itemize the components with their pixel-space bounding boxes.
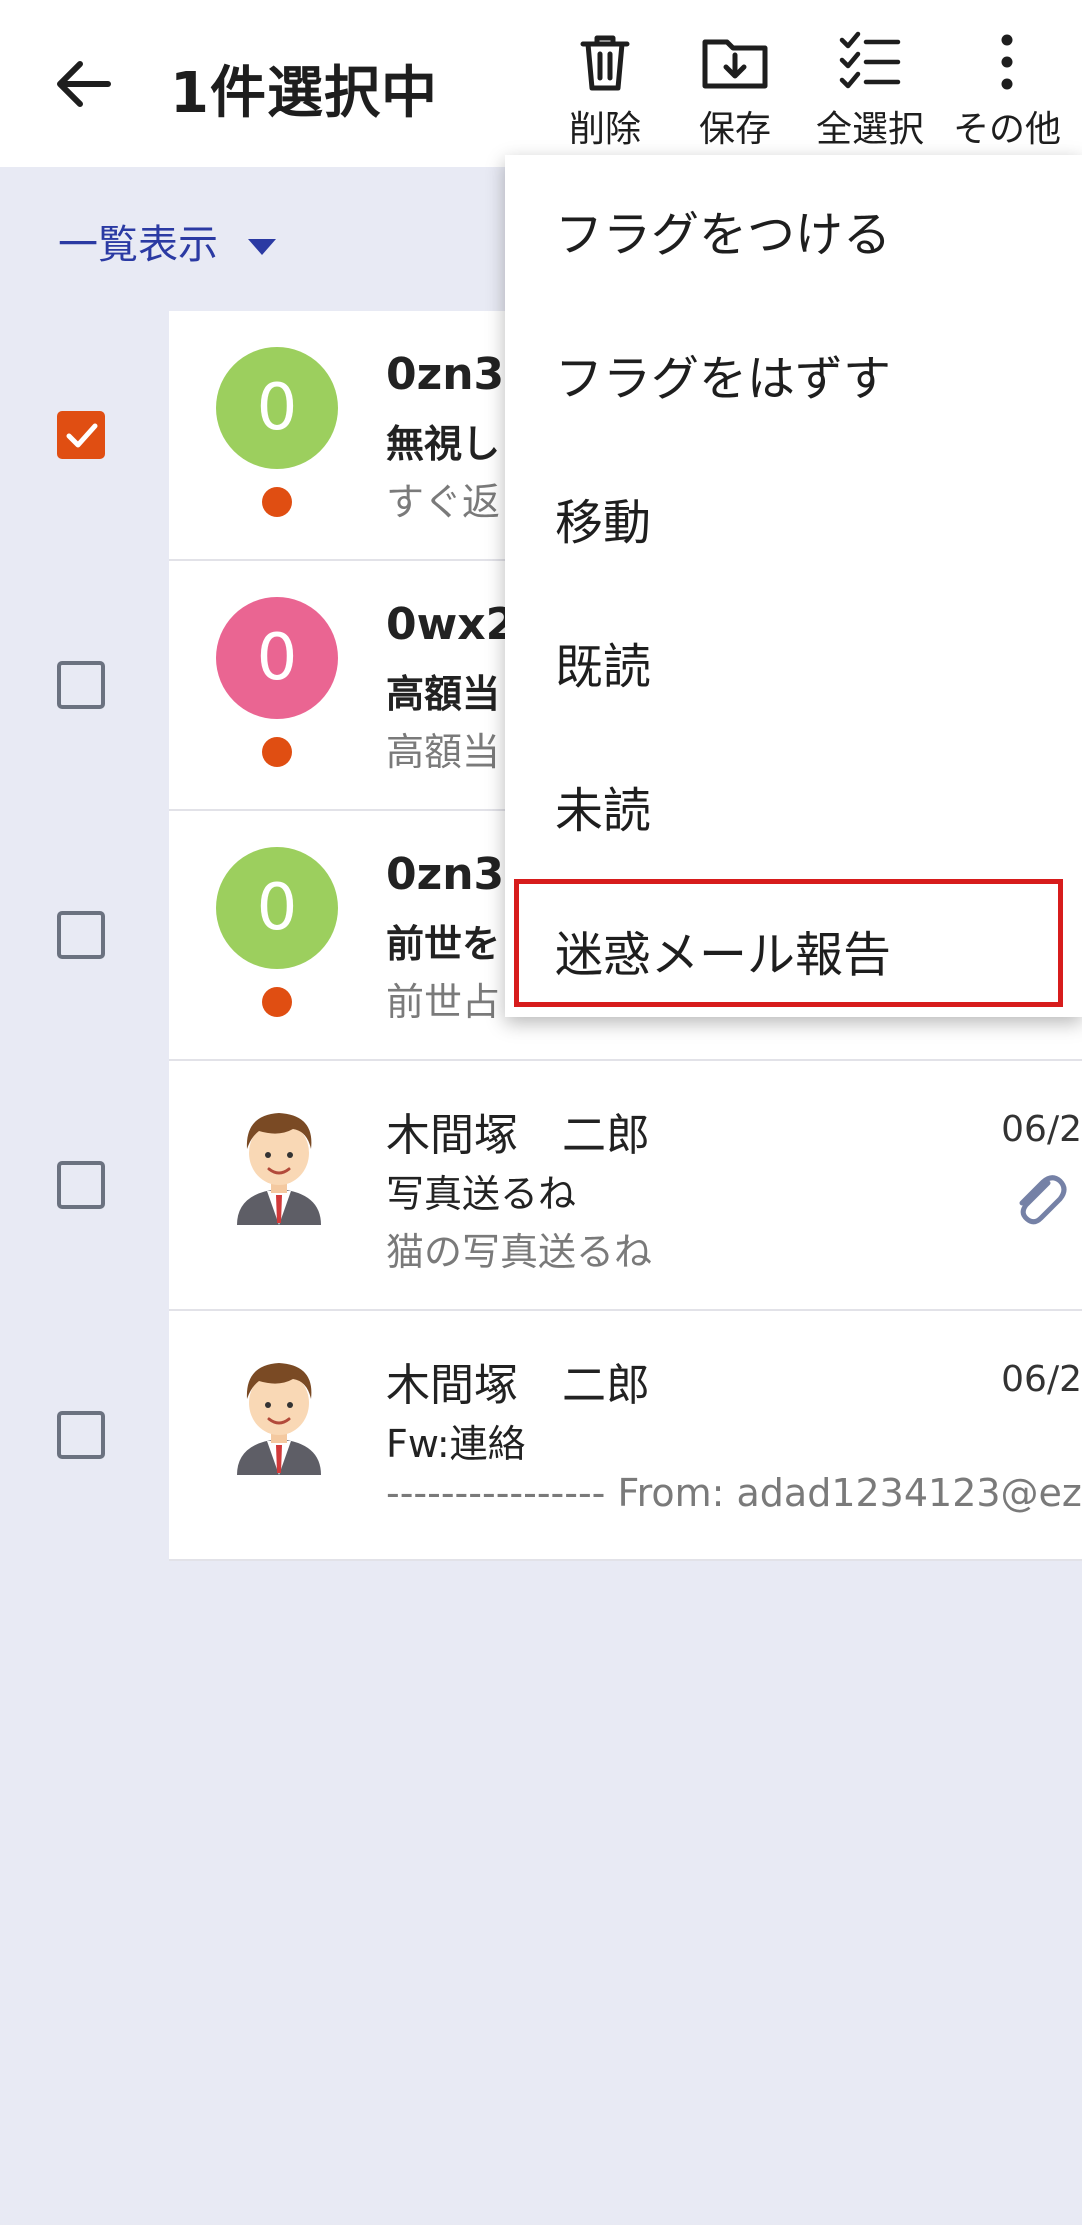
- message-row[interactable]: 木間塚 二郎 写真送るね 猫の写真送るね 06/2: [57, 1061, 1082, 1311]
- unread-dot: [262, 487, 292, 517]
- menu-item-unflag[interactable]: フラグをはずす: [555, 339, 891, 409]
- folder-download-icon: [702, 39, 768, 89]
- page-title: 1件選択中: [170, 61, 438, 126]
- subject: 無視し: [386, 422, 501, 466]
- sender-name: 木間塚 二郎: [386, 1110, 650, 1161]
- checklist-icon: [839, 31, 901, 89]
- subject: 写真送るね: [386, 1172, 577, 1216]
- view-mode-label: 一覧表示: [58, 222, 218, 268]
- preview-text: 猫の写真送るね: [386, 1230, 653, 1274]
- menu-item-flag[interactable]: フラグをつける: [555, 195, 891, 265]
- unread-dot: [262, 987, 292, 1017]
- row-checkbox[interactable]: [57, 411, 105, 459]
- preview-text: 高額当: [386, 730, 501, 774]
- message-row[interactable]: 木間塚 二郎 Fw:連絡 ---------------- From: adad…: [57, 1311, 1082, 1561]
- menu-item-mark-unread[interactable]: 未読: [555, 771, 651, 841]
- back-button[interactable]: [52, 52, 116, 116]
- preview-text: ---------------- From: adad1234123@ez...: [386, 1471, 1082, 1515]
- arrow-left-icon: [57, 61, 111, 107]
- checkmark-icon: [66, 423, 98, 448]
- sender-name: 木間塚 二郎: [386, 1360, 650, 1411]
- row-checkbox[interactable]: [57, 1161, 105, 1209]
- row-checkbox[interactable]: [57, 1411, 105, 1459]
- more-label: その他: [952, 109, 1061, 150]
- subject: 高額当: [386, 672, 501, 716]
- trash-icon: [580, 35, 630, 91]
- row-checkbox[interactable]: [57, 911, 105, 959]
- received-date: 06/2: [1001, 1109, 1082, 1150]
- menu-item-move[interactable]: 移動: [555, 483, 651, 553]
- person-avatar-icon: [237, 1363, 321, 1475]
- avatar: 0: [216, 347, 338, 469]
- paperclip-icon: [1019, 1175, 1067, 1225]
- received-date: 06/2: [1001, 1359, 1082, 1400]
- highlight-box: [514, 879, 1063, 1007]
- save-label: 保存: [698, 109, 771, 150]
- subject: 前世を: [386, 922, 501, 966]
- delete-button[interactable]: 削除: [540, 30, 670, 160]
- save-button[interactable]: 保存: [670, 30, 800, 160]
- person-avatar-icon: [237, 1113, 321, 1225]
- avatar: 0: [216, 597, 338, 719]
- avatar: 0: [216, 847, 338, 969]
- select-all-label: 全選択: [815, 109, 924, 150]
- subject: Fw:連絡: [386, 1422, 526, 1466]
- delete-label: 削除: [568, 109, 641, 150]
- unread-dot: [262, 737, 292, 767]
- preview-text: すぐ返: [386, 480, 501, 524]
- more-vertical-icon: [1001, 34, 1013, 90]
- top-app-bar: 1件選択中 削除 保存 全選択 その他: [0, 0, 1082, 167]
- overflow-menu: フラグをつける フラグをはずす 移動 既読 未読 迷惑メール報告: [505, 155, 1082, 1017]
- preview-text: 前世占: [386, 980, 501, 1024]
- row-checkbox[interactable]: [57, 661, 105, 709]
- menu-item-mark-read[interactable]: 既読: [555, 627, 651, 697]
- caret-down-icon: [248, 239, 276, 255]
- select-all-button[interactable]: 全選択: [805, 30, 935, 160]
- view-mode-dropdown[interactable]: 一覧表示: [58, 212, 276, 270]
- more-button[interactable]: その他: [942, 30, 1072, 160]
